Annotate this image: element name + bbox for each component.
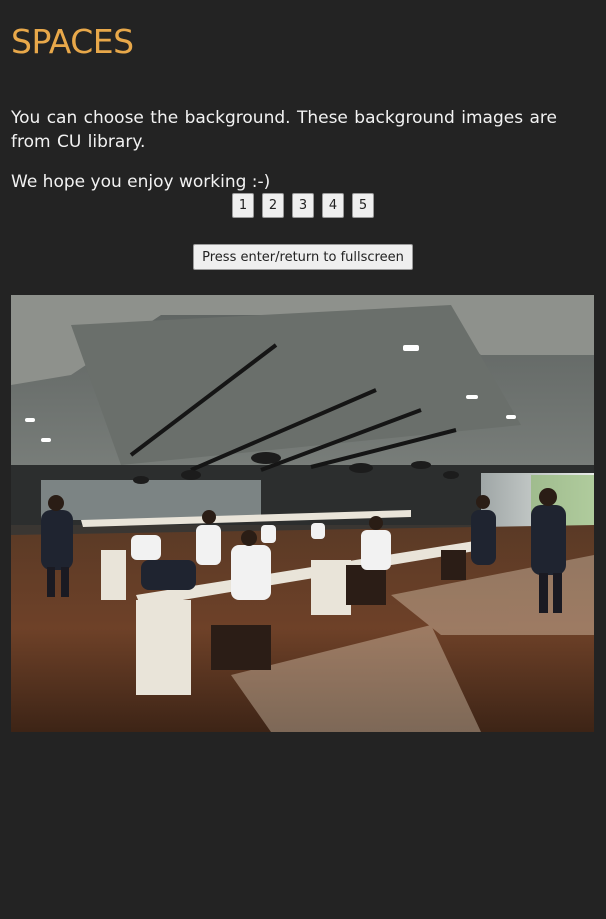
background-pager: 1 2 3 4 5 <box>0 193 606 218</box>
fullscreen-row: Press enter/return to fullscreen <box>0 244 606 270</box>
page-button-4[interactable]: 4 <box>322 193 344 218</box>
page-title: SPACES <box>11 22 134 61</box>
page-button-3[interactable]: 3 <box>292 193 314 218</box>
library-photo <box>11 295 594 732</box>
page-button-1[interactable]: 1 <box>232 193 254 218</box>
page: SPACES You can choose the background. Th… <box>0 0 606 919</box>
fullscreen-button[interactable]: Press enter/return to fullscreen <box>193 244 413 270</box>
page-button-2[interactable]: 2 <box>262 193 284 218</box>
page-button-5[interactable]: 5 <box>352 193 374 218</box>
hope-text: We hope you enjoy working :-) <box>11 172 271 192</box>
background-preview-image <box>11 295 594 732</box>
intro-text: You can choose the background. These bac… <box>11 108 557 152</box>
